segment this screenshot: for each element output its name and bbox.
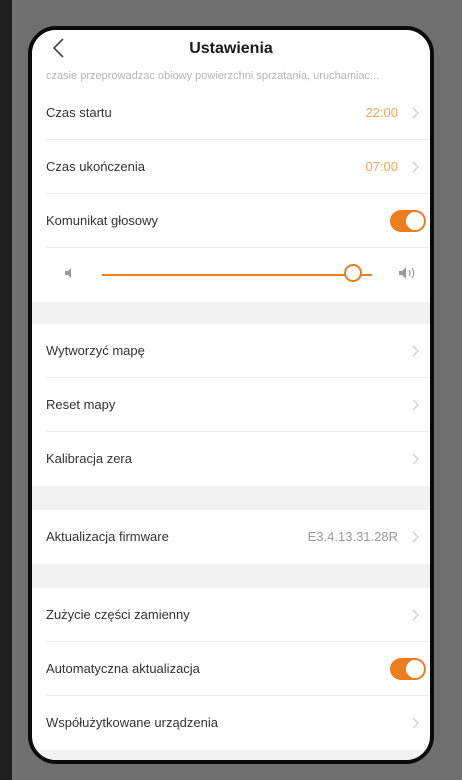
- reset-map-row[interactable]: Reset mapy: [46, 378, 430, 432]
- auto-update-label: Automatyczna aktualizacja: [46, 661, 200, 676]
- section-gap: [32, 302, 430, 324]
- end-time-row[interactable]: Czas ukończenia 07:00: [46, 140, 430, 194]
- shared-devices-label: Współużytkowane urządzenia: [46, 715, 218, 730]
- firmware-update-label: Aktualizacja firmware: [46, 529, 169, 544]
- volume-slider-thumb[interactable]: [344, 264, 363, 282]
- create-map-row[interactable]: Wytworzyć mapę: [46, 324, 430, 378]
- chevron-right-icon: [412, 531, 419, 543]
- left-edge-strip: [0, 0, 12, 780]
- reset-map-label: Reset mapy: [46, 397, 116, 412]
- voice-prompt-toggle[interactable]: [390, 210, 426, 232]
- zero-calibration-row[interactable]: Kalibracja zera: [46, 432, 430, 486]
- chevron-right-icon: [412, 107, 419, 119]
- chevron-right-icon: [412, 345, 419, 357]
- chevron-right-icon: [412, 453, 419, 465]
- section-gap: [32, 750, 430, 760]
- voice-prompt-label: Komunikat głosowy: [46, 213, 158, 228]
- create-map-label: Wytworzyć mapę: [46, 343, 145, 358]
- description-text: czasie przeprowadzac obiowy powierzchni …: [46, 70, 380, 82]
- header: Ustawienia: [32, 30, 430, 70]
- auto-update-row: Automatyczna aktualizacja: [46, 642, 430, 696]
- toggle-knob: [406, 212, 424, 230]
- page-title: Ustawienia: [189, 40, 273, 57]
- voice-prompt-row: Komunikat głosowy: [46, 194, 430, 248]
- phone-screen: Ustawienia czasie przeprowadzac obiowy p…: [28, 26, 434, 764]
- parts-wear-row[interactable]: Zużycie części zamienny: [46, 588, 430, 642]
- shared-devices-row[interactable]: Współużytkowane urządzenia: [46, 696, 430, 750]
- start-time-row[interactable]: Czas startu 22:00: [46, 86, 430, 140]
- volume-slider-track[interactable]: [102, 274, 372, 276]
- firmware-version: E3.4.13.31.28R: [307, 529, 398, 544]
- chevron-right-icon: [412, 609, 419, 621]
- section-gap: [32, 486, 430, 510]
- zero-calibration-label: Kalibracja zera: [46, 451, 132, 466]
- end-time-label: Czas ukończenia: [46, 159, 145, 174]
- chevron-right-icon: [412, 161, 419, 173]
- volume-slider-row: [46, 246, 430, 302]
- chevron-right-icon: [412, 399, 419, 411]
- toggle-knob: [406, 660, 424, 678]
- section-gap: [32, 564, 430, 588]
- start-time-label: Czas startu: [46, 105, 112, 120]
- end-time-value: 07:00: [365, 159, 398, 174]
- chevron-right-icon: [412, 717, 419, 729]
- parts-wear-label: Zużycie części zamienny: [46, 607, 190, 622]
- firmware-update-row[interactable]: Aktualizacja firmware E3.4.13.31.28R: [46, 510, 430, 564]
- start-time-value: 22:00: [365, 105, 398, 120]
- volume-low-icon: [65, 268, 71, 278]
- volume-high-icon: [399, 267, 415, 279]
- auto-update-toggle[interactable]: [390, 658, 426, 680]
